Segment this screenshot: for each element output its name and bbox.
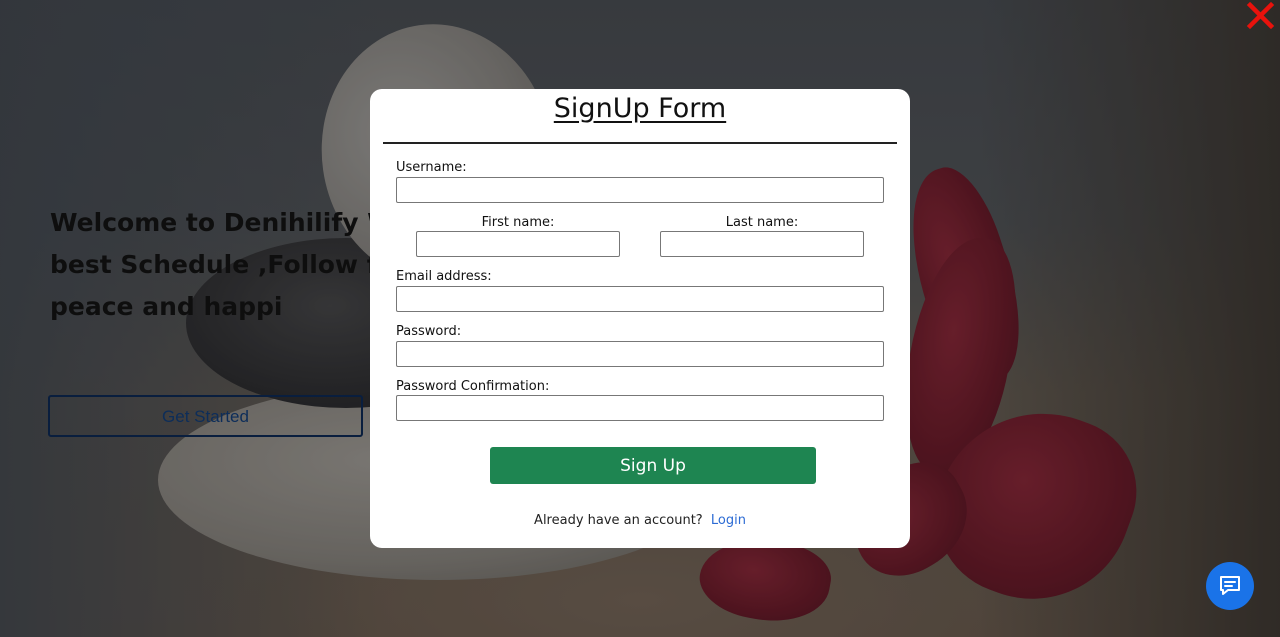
chat-icon <box>1220 576 1240 595</box>
email-input[interactable] <box>396 286 884 312</box>
page: Welcome to Denihilify W the best Schedul… <box>0 0 1280 637</box>
username-label: Username: <box>396 160 467 175</box>
modal-title: SignUp Form <box>553 93 727 124</box>
login-prompt-text: Already have an account? <box>534 513 703 528</box>
sign-up-button[interactable]: Sign Up <box>490 447 816 484</box>
close-button[interactable] <box>1244 0 1276 32</box>
password-confirmation-label: Password Confirmation: <box>396 379 550 394</box>
chat-button[interactable] <box>1206 562 1254 610</box>
password-input[interactable] <box>396 341 884 367</box>
first-name-input[interactable] <box>416 231 620 257</box>
login-link[interactable]: Login <box>711 513 746 528</box>
first-name-label: First name: <box>481 215 555 230</box>
username-input[interactable] <box>396 177 884 203</box>
last-name-input[interactable] <box>660 231 864 257</box>
last-name-label: Last name: <box>725 215 799 230</box>
password-label: Password: <box>396 324 462 339</box>
title-divider <box>383 142 897 144</box>
signup-modal: SignUp Form Username: First name: Last n… <box>370 89 910 548</box>
login-prompt-row: Already have an account? Login <box>370 513 910 528</box>
email-label: Email address: <box>396 269 492 284</box>
password-confirmation-input[interactable] <box>396 395 884 421</box>
close-icon <box>1246 1 1275 30</box>
